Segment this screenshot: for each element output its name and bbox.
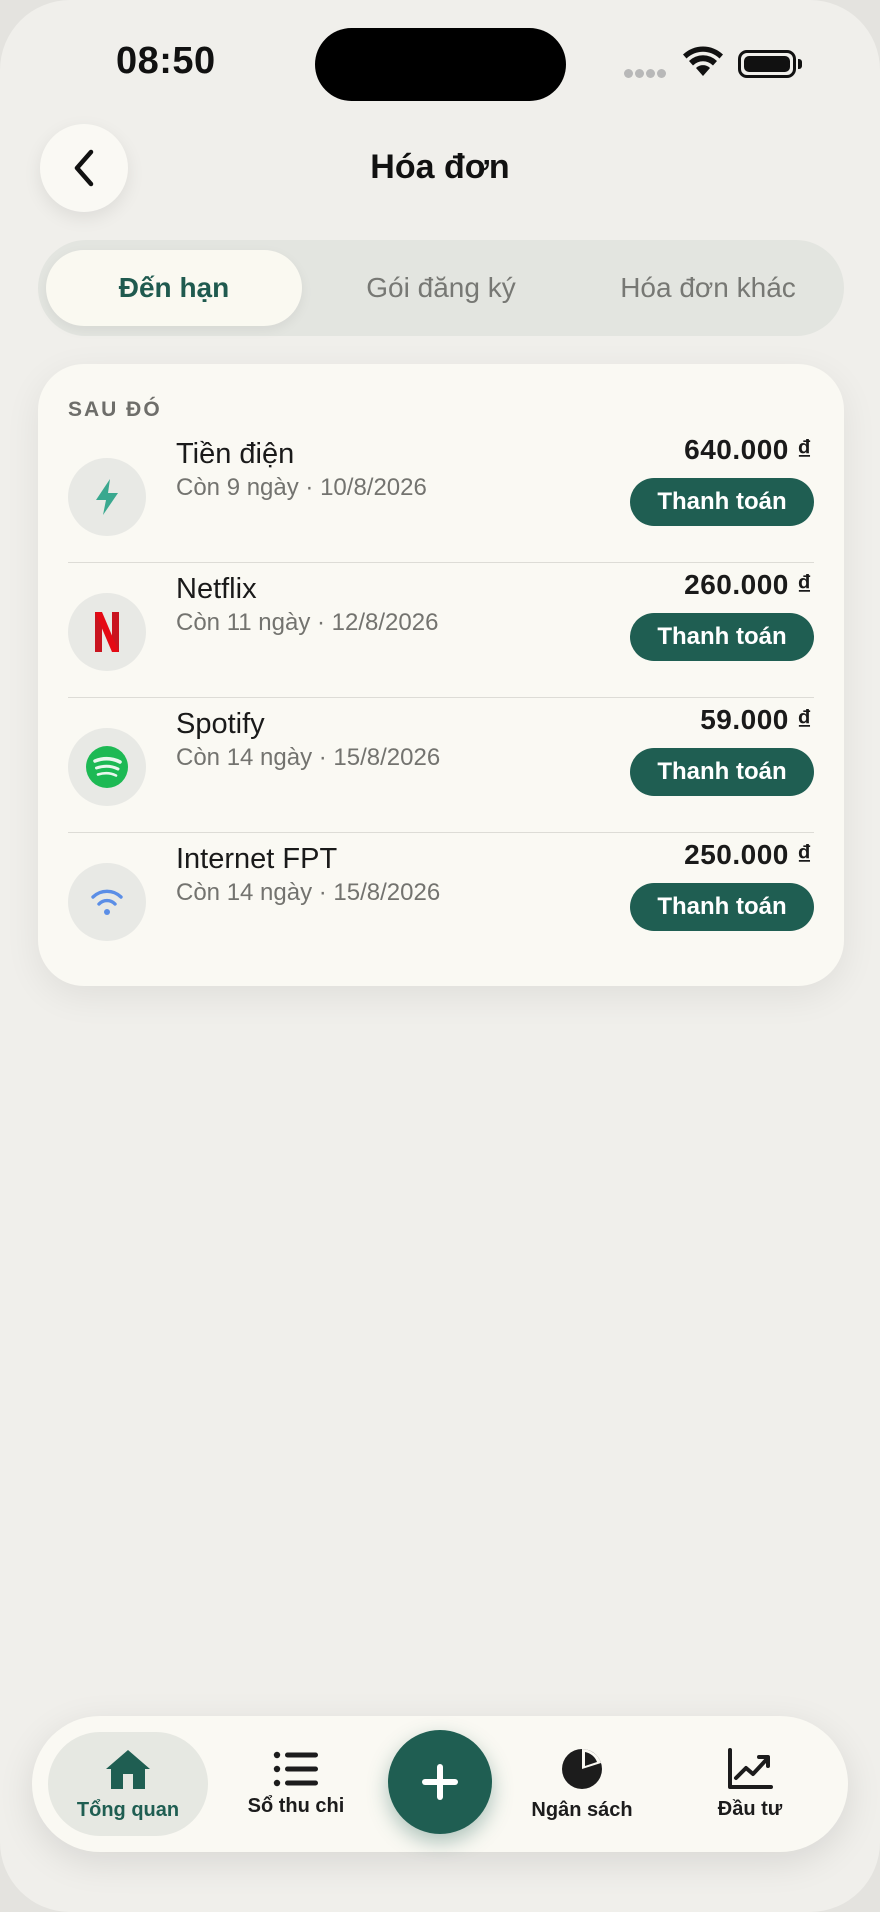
add-button[interactable]	[388, 1730, 492, 1834]
nav-label: Sổ thu chi	[247, 1794, 345, 1817]
bill-amount: 260.000 ₫	[684, 569, 812, 600]
bill-amount: 250.000 ₫	[684, 839, 812, 870]
bill-due: Còn 9 ngày · 10/8/2026	[176, 474, 427, 501]
bills-card: SAU ĐÓ Tiền điện Còn 9 ngày · 10/8/2026 …	[38, 364, 844, 986]
trend-chart-icon	[728, 1747, 773, 1789]
bill-amount: 59.000 ₫	[700, 704, 812, 735]
segmented-control: Đến hạn Gói đăng ký Hóa đơn khác	[38, 240, 844, 336]
list-item[interactable]: Spotify Còn 14 ngày · 15/8/2026 59.000 ₫…	[68, 698, 814, 833]
nav-item-ledger[interactable]: Sổ thu chi	[216, 1732, 376, 1836]
tab-subscriptions[interactable]: Gói đăng ký	[313, 250, 569, 326]
tab-other-bills[interactable]: Hóa đơn khác	[580, 250, 836, 326]
page-title: Hóa đơn	[370, 148, 510, 186]
netflix-icon	[68, 593, 146, 671]
tab-due[interactable]: Đến hạn	[46, 250, 302, 326]
nav-item-invest[interactable]: Đầu tư	[670, 1732, 830, 1836]
pie-chart-icon	[562, 1748, 602, 1789]
bottom-nav: Tổng quan Sổ thu chi Ngân sách Đầu tư	[32, 1716, 848, 1852]
pay-button[interactable]: Thanh toán	[630, 748, 814, 796]
section-label: SAU ĐÓ	[68, 398, 162, 421]
bill-due: Còn 14 ngày · 15/8/2026	[176, 879, 441, 906]
bill-due: Còn 11 ngày · 12/8/2026	[176, 609, 439, 636]
plus-icon	[422, 1764, 458, 1800]
battery-icon	[738, 50, 796, 78]
bill-amount: 640.000 ₫	[684, 434, 812, 465]
pay-button[interactable]: Thanh toán	[630, 478, 814, 526]
pay-button[interactable]: Thanh toán	[630, 613, 814, 661]
bill-name: Spotify	[176, 708, 265, 740]
list-item[interactable]: Internet FPT Còn 14 ngày · 15/8/2026 250…	[68, 833, 814, 968]
bill-name: Tiền điện	[176, 438, 295, 470]
status-time: 08:50	[116, 40, 216, 82]
nav-label: Tổng quan	[76, 1798, 180, 1821]
bill-name: Netflix	[176, 573, 257, 605]
nav-label: Ngân sách	[531, 1798, 633, 1821]
spotify-icon	[68, 728, 146, 806]
list-icon	[273, 1751, 318, 1786]
lightning-icon	[68, 458, 146, 536]
bill-name: Internet FPT	[176, 843, 338, 875]
nav-label: Đầu tư	[717, 1797, 783, 1820]
nav-item-overview[interactable]: Tổng quan	[48, 1732, 208, 1836]
wifi-status-icon	[683, 46, 723, 76]
list-item[interactable]: Netflix Còn 11 ngày · 12/8/2026 260.000 …	[68, 563, 814, 698]
wifi-icon	[68, 863, 146, 941]
bill-due: Còn 14 ngày · 15/8/2026	[176, 744, 441, 771]
nav-item-budget[interactable]: Ngân sách	[502, 1732, 662, 1836]
home-icon	[106, 1749, 150, 1789]
dynamic-island	[315, 28, 566, 101]
cellular-signal-icon	[624, 69, 668, 79]
pay-button[interactable]: Thanh toán	[630, 883, 814, 931]
list-item[interactable]: Tiền điện Còn 9 ngày · 10/8/2026 640.000…	[68, 428, 814, 563]
phone-screen: 08:50 Hóa đơn Đến hạn Gói đăng ký Hóa đơ…	[0, 0, 880, 1912]
